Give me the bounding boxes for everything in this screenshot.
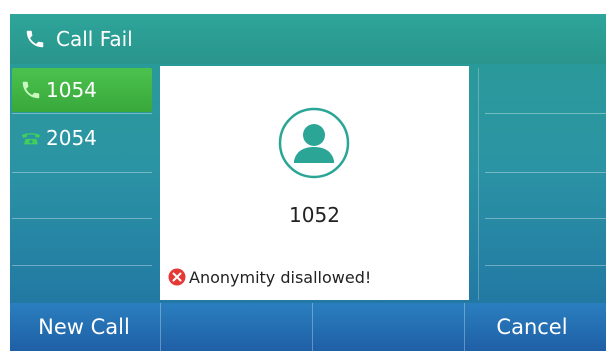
divider <box>485 218 606 219</box>
error-text: Anonymity disallowed! <box>189 267 372 287</box>
remote-number: 1052 <box>289 203 340 227</box>
call-fail-dialog: 1052 Anonymity disallowed! <box>160 66 469 300</box>
cancel-button[interactable]: Cancel <box>458 303 606 351</box>
divider <box>485 265 606 266</box>
line-key-label: 2054 <box>46 126 97 150</box>
phone-display: Call Fail 1054 2054 1052 Anonymity disal… <box>10 14 606 351</box>
new-call-button[interactable]: New Call <box>10 303 158 351</box>
line-key-panel-right <box>478 68 606 300</box>
softkey-3-button[interactable] <box>312 303 460 351</box>
title-bar: Call Fail <box>10 14 606 64</box>
divider <box>12 265 152 266</box>
divider <box>12 113 152 114</box>
phone-screen: Call Fail 1054 2054 1052 Anonymity disal… <box>0 0 606 351</box>
desk-phone-icon <box>21 133 41 145</box>
divider <box>12 218 152 219</box>
line-key-1054[interactable]: 1054 <box>12 68 152 112</box>
line-key-2054[interactable]: 2054 <box>12 116 152 160</box>
divider <box>485 172 606 173</box>
contact-avatar-icon <box>278 107 350 179</box>
divider <box>12 172 152 173</box>
phone-handset-icon <box>26 30 44 48</box>
softkey-2-button[interactable] <box>160 303 308 351</box>
line-key-panel: 1054 2054 <box>12 68 152 300</box>
divider <box>485 113 606 114</box>
page-title: Call Fail <box>56 27 133 51</box>
line-key-label: 1054 <box>46 78 97 102</box>
phone-handset-icon <box>22 81 40 99</box>
error-message: Anonymity disallowed! <box>168 265 371 289</box>
softkey-bar: New Call Cancel <box>10 303 606 351</box>
error-x-icon <box>168 268 186 286</box>
